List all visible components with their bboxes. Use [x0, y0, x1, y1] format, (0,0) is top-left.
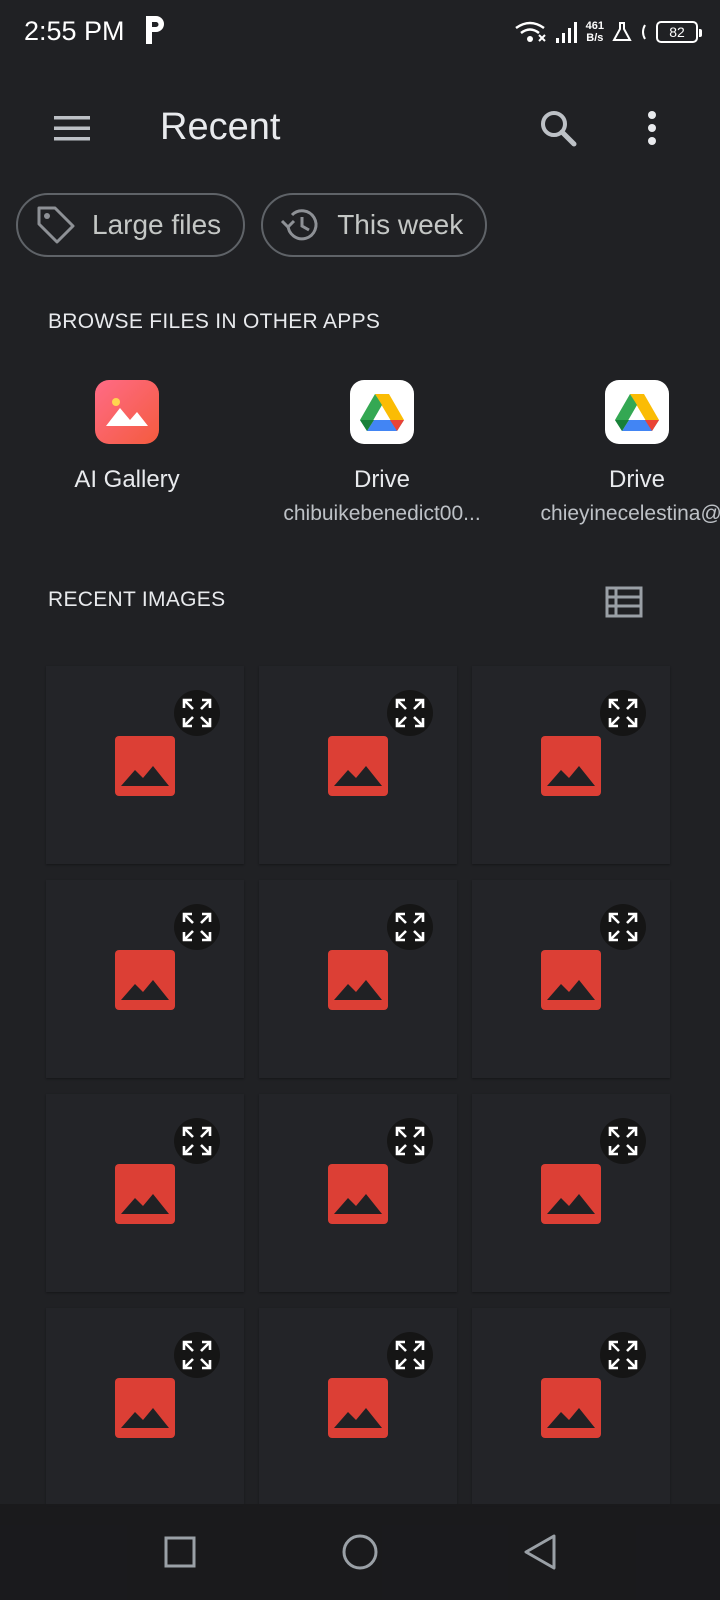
image-placeholder-icon: [328, 736, 388, 796]
chip-label: Large files: [92, 209, 222, 240]
image-thumbnail[interactable]: [259, 1308, 457, 1506]
chip-label: This week: [337, 209, 464, 240]
fullscreen-icon: [182, 1340, 212, 1370]
status-icons: 461 B/s 82: [514, 16, 702, 48]
browse-apps-row: AI Gallery Drive chibuikebenedict00... D…: [0, 380, 720, 540]
expand-button[interactable]: [174, 1332, 220, 1378]
signal-icon: [555, 22, 577, 43]
list-view-icon: [605, 586, 643, 618]
image-thumbnail[interactable]: [46, 880, 244, 1078]
wifi-icon: [514, 21, 546, 42]
app-name: Drive: [608, 466, 665, 493]
status-bar: 2:55 PM 461 B/s 82: [0, 0, 720, 64]
search-button[interactable]: [534, 104, 582, 152]
recent-images-grid: [46, 666, 670, 1506]
fullscreen-icon: [608, 912, 638, 942]
image-placeholder-icon: [328, 950, 388, 1010]
navigation-bar: [0, 1504, 720, 1600]
status-time: 2:55 PM: [24, 16, 125, 46]
image-placeholder-icon: [541, 1164, 601, 1224]
app-account: chieyinecelestina@g: [540, 502, 720, 525]
fullscreen-icon: [395, 1126, 425, 1156]
fullscreen-icon: [608, 698, 638, 728]
expand-button[interactable]: [387, 904, 433, 950]
image-thumbnail[interactable]: [259, 1094, 457, 1292]
parking-notification-icon: [146, 16, 164, 44]
app-name: Drive: [353, 466, 410, 493]
google-drive-icon: [350, 380, 414, 444]
image-thumbnail[interactable]: [472, 1308, 670, 1506]
image-placeholder-icon: [541, 736, 601, 796]
image-placeholder-icon: [328, 1164, 388, 1224]
expand-button[interactable]: [174, 904, 220, 950]
image-placeholder-icon: [115, 736, 175, 796]
image-placeholder-icon: [115, 1164, 175, 1224]
expand-button[interactable]: [174, 1118, 220, 1164]
image-thumbnail[interactable]: [259, 880, 457, 1078]
vibrate-icon: [642, 24, 646, 40]
battery-indicator: 82: [656, 21, 702, 43]
image-placeholder-icon: [328, 1378, 388, 1438]
tag-icon: [37, 206, 75, 244]
recent-images-title: RECENT IMAGES: [48, 588, 226, 611]
fullscreen-icon: [395, 1340, 425, 1370]
image-placeholder-icon: [541, 1378, 601, 1438]
image-placeholder-icon: [115, 950, 175, 1010]
app-item-drive-1[interactable]: Drive chibuikebenedict00...: [252, 380, 512, 526]
image-thumbnail[interactable]: [46, 666, 244, 864]
fullscreen-icon: [182, 1126, 212, 1156]
expand-button[interactable]: [600, 1118, 646, 1164]
expand-button[interactable]: [600, 690, 646, 736]
image-thumbnail[interactable]: [46, 1094, 244, 1292]
image-thumbnail[interactable]: [472, 880, 670, 1078]
fullscreen-icon: [608, 1340, 638, 1370]
home-icon: [342, 1534, 378, 1570]
image-thumbnail[interactable]: [472, 666, 670, 864]
fullscreen-icon: [608, 1126, 638, 1156]
image-thumbnail[interactable]: [472, 1094, 670, 1292]
more-options-button[interactable]: [628, 104, 676, 152]
search-icon: [541, 111, 577, 147]
expand-button[interactable]: [387, 1118, 433, 1164]
expand-button[interactable]: [600, 1332, 646, 1378]
home-button[interactable]: [336, 1528, 384, 1576]
lab-flask-icon: [612, 22, 632, 41]
history-icon: [281, 209, 318, 241]
image-placeholder-icon: [115, 1378, 175, 1438]
back-button[interactable]: [516, 1528, 564, 1576]
net-speed: 461 B/s: [585, 20, 604, 44]
expand-button[interactable]: [174, 690, 220, 736]
menu-icon: [54, 116, 90, 141]
page-title: Recent: [160, 106, 281, 148]
view-toggle-button[interactable]: [600, 578, 648, 626]
expand-button[interactable]: [387, 1332, 433, 1378]
fullscreen-icon: [182, 912, 212, 942]
menu-button[interactable]: [48, 104, 96, 152]
chip-large-files[interactable]: Large files: [16, 193, 246, 257]
browse-section-title: BROWSE FILES IN OTHER APPS: [48, 310, 381, 333]
google-drive-icon: [605, 380, 669, 444]
filter-chips: Large files This week: [16, 193, 488, 257]
app-item-drive-2[interactable]: Drive chieyinecelestina@g: [507, 380, 720, 526]
app-name: AI Gallery: [74, 466, 180, 493]
expand-button[interactable]: [600, 904, 646, 950]
back-icon: [524, 1534, 556, 1570]
app-item-ai-gallery[interactable]: AI Gallery: [0, 380, 257, 494]
expand-button[interactable]: [387, 690, 433, 736]
recents-button[interactable]: [156, 1528, 204, 1576]
gallery-icon: [95, 380, 159, 444]
recents-icon: [164, 1536, 196, 1568]
more-vert-icon: [648, 111, 656, 145]
fullscreen-icon: [182, 698, 212, 728]
app-bar: Recent: [0, 80, 720, 176]
fullscreen-icon: [395, 912, 425, 942]
image-thumbnail[interactable]: [259, 666, 457, 864]
image-thumbnail[interactable]: [46, 1308, 244, 1506]
chip-this-week[interactable]: This week: [261, 193, 488, 257]
app-account: chibuikebenedict00...: [283, 502, 481, 525]
image-placeholder-icon: [541, 950, 601, 1010]
fullscreen-icon: [395, 698, 425, 728]
